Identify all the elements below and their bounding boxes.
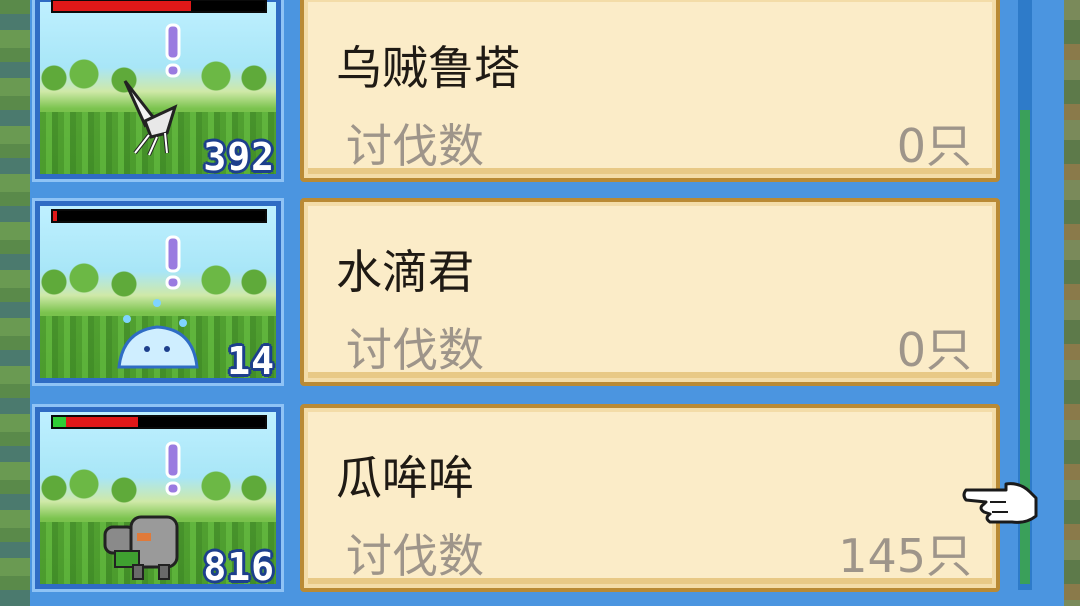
kill-count-label: 讨伐数 [346, 529, 484, 583]
kill-count-label: 讨伐数 [346, 323, 484, 377]
monster-portrait: 392 [32, 0, 284, 182]
exclamation-icon [165, 441, 181, 496]
tree-line [40, 468, 276, 508]
monster-info-card[interactable]: 水滴君 讨伐数 0只 [300, 198, 1000, 386]
hp-bar-fill [53, 211, 58, 221]
grey-cow-icon [103, 515, 179, 580]
kill-count-value: 0只 [896, 323, 972, 377]
map-edge-right [1064, 0, 1080, 606]
hp-bar-green [53, 417, 66, 427]
white-squid-icon [123, 80, 178, 156]
monster-name: 乌贼鲁塔 [336, 41, 520, 95]
monster-level: 816 [203, 545, 275, 589]
monster-list-panel: 392 乌贼鲁塔 讨伐数 0只 14 水滴君 讨伐数 0只 816 瓜哞哞 讨伐… [30, 0, 1064, 606]
monster-row[interactable]: 816 瓜哞哞 讨伐数 145只 [30, 404, 1030, 604]
exclamation-icon [165, 23, 181, 78]
tree-line [40, 262, 276, 302]
monster-name: 水滴君 [336, 245, 474, 299]
monster-info-card[interactable]: 乌贼鲁塔 讨伐数 0只 [300, 0, 1000, 182]
monster-name: 瓜哞哞 [336, 451, 474, 505]
blue-slime-icon [117, 299, 199, 369]
monster-portrait: 14 [32, 198, 284, 386]
monster-level: 392 [203, 135, 275, 179]
monster-info-card[interactable]: 瓜哞哞 讨伐数 145只 [300, 404, 1000, 592]
kill-count-value: 145只 [838, 529, 972, 583]
monster-portrait: 816 [32, 404, 284, 592]
monster-level: 14 [227, 339, 275, 383]
hp-bar [51, 209, 267, 223]
hp-bar [51, 415, 267, 429]
monster-row[interactable]: 14 水滴君 讨伐数 0只 [30, 198, 1030, 398]
exclamation-icon [165, 235, 181, 290]
hp-bar-fill [53, 1, 191, 11]
map-edge-left [0, 0, 30, 606]
hp-bar [51, 0, 267, 13]
kill-count-value: 0只 [896, 119, 972, 173]
monster-row[interactable]: 392 乌贼鲁塔 讨伐数 0只 [30, 0, 1030, 194]
kill-count-label: 讨伐数 [346, 119, 484, 173]
hp-bar-fill [65, 417, 138, 427]
pointing-hand-icon [962, 482, 1038, 524]
